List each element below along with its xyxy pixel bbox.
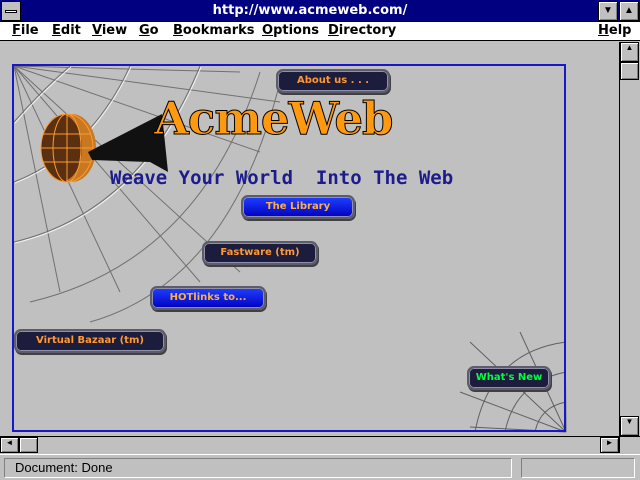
about-us-button[interactable]: About us . . . <box>276 69 390 93</box>
fastware-button[interactable]: Fastware (tm) <box>202 241 318 265</box>
status-bar: Document: Done <box>0 454 640 480</box>
menu-go[interactable]: Go <box>139 23 159 38</box>
scroll-right-icon[interactable]: ► <box>600 437 619 453</box>
page-content: AcmeWeb Weave Your World Into The Web Ab… <box>0 42 619 436</box>
virtual-bazaar-button[interactable]: Virtual Bazaar (tm) <box>14 329 166 353</box>
maximize-icon[interactable]: ▲ <box>619 1 639 21</box>
scrollbar-corner <box>619 436 640 453</box>
status-text: Document: Done <box>4 458 512 478</box>
window-title: http://www.acmeweb.com/ <box>212 3 408 18</box>
menu-help[interactable]: Help <box>598 23 631 38</box>
title-bar[interactable]: http://www.acmeweb.com/ ▼ ▲ <box>0 0 640 22</box>
vertical-scrollbar[interactable]: ▲ ▼ <box>619 42 639 436</box>
hotlinks-button[interactable]: HOTlinks to... <box>150 286 266 310</box>
menu-directory[interactable]: Directory <box>328 23 396 38</box>
menu-view[interactable]: View <box>92 23 127 38</box>
acmeweb-logo: AcmeWeb <box>154 92 395 146</box>
horizontal-scroll-thumb[interactable] <box>19 437 38 453</box>
menu-edit[interactable]: Edit <box>52 23 81 38</box>
menu-file[interactable]: File <box>12 23 39 38</box>
minimize-icon[interactable]: ▼ <box>598 1 618 21</box>
scroll-up-icon[interactable]: ▲ <box>620 42 639 62</box>
menu-options[interactable]: Options <box>262 23 319 38</box>
horizontal-scrollbar[interactable]: ◄ ► <box>0 436 619 453</box>
vertical-scroll-thumb[interactable] <box>620 62 639 80</box>
scroll-down-icon[interactable]: ▼ <box>620 416 639 436</box>
scroll-left-icon[interactable]: ◄ <box>0 437 19 453</box>
tagline: Weave Your World Into The Web <box>110 167 454 189</box>
whats-new-button[interactable]: What's New <box>467 366 551 390</box>
system-menu-icon[interactable] <box>1 1 21 21</box>
the-library-button[interactable]: The Library <box>241 195 355 219</box>
menu-bookmarks[interactable]: Bookmarks <box>173 23 255 38</box>
status-progress <box>521 458 635 478</box>
menu-bar: File Edit View Go Bookmarks Options Dire… <box>0 22 640 41</box>
